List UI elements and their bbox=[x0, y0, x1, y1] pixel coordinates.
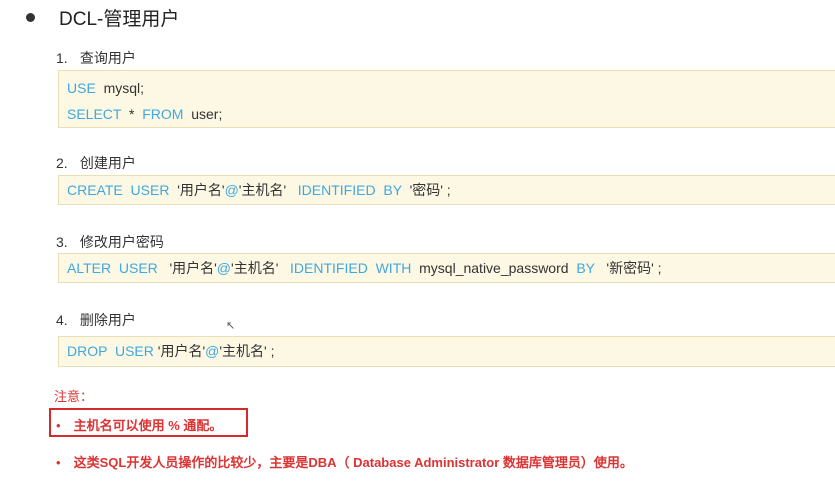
sql-text: '主机名' bbox=[238, 182, 298, 198]
bullet-icon: • bbox=[56, 418, 61, 433]
code-block-drop-user: DROP USER '用户名'@'主机名' ; bbox=[58, 336, 835, 367]
code-line: SELECT * FROM user; bbox=[59, 101, 835, 127]
step-number: 2. bbox=[56, 155, 68, 171]
code-line: DROP USER '用户名'@'主机名' ; bbox=[59, 338, 835, 364]
sql-keyword: BY bbox=[576, 260, 595, 276]
step-2-heading: 2. 创建用户 bbox=[56, 153, 136, 173]
sql-keyword: DROP bbox=[67, 343, 108, 359]
sql-keyword: @ bbox=[205, 343, 220, 359]
sql-text: mysql; bbox=[95, 80, 145, 96]
sql-keyword: USER bbox=[130, 182, 170, 198]
sql-keyword: IDENTIFIED bbox=[297, 182, 376, 198]
note-title: 注意： bbox=[54, 389, 94, 404]
code-line: USE mysql; bbox=[59, 75, 835, 101]
sql-keyword: BY bbox=[383, 182, 402, 198]
sql-keyword: USE bbox=[67, 80, 96, 96]
sql-text: '主机名' bbox=[231, 260, 291, 276]
sql-keyword: USER bbox=[118, 260, 158, 276]
sql-text: '主机名' ; bbox=[219, 343, 275, 359]
sql-text: user; bbox=[183, 106, 223, 122]
step-number: 1. bbox=[56, 50, 68, 66]
code-line: ALTER USER '用户名'@'主机名' IDENTIFIED WITH m… bbox=[59, 255, 835, 281]
sql-text: * bbox=[121, 106, 143, 122]
step-number: 4. bbox=[56, 312, 68, 328]
sql-keyword: IDENTIFIED bbox=[290, 260, 368, 276]
note-text: 这类SQL开发人员操作的比较少，主要是DBA（ Database Adminis… bbox=[73, 455, 633, 470]
sql-text: '用户名' bbox=[169, 182, 225, 198]
sql-text: '用户名' bbox=[153, 343, 206, 359]
note-item: • 这类SQL开发人员操作的比较少，主要是DBA（ Database Admin… bbox=[56, 452, 633, 471]
sql-keyword: @ bbox=[224, 182, 239, 198]
step-label: 修改用户密码 bbox=[79, 234, 164, 250]
note-item: • 主机名可以使用 % 通配。 bbox=[56, 415, 222, 434]
sql-keyword: WITH bbox=[375, 260, 412, 276]
sql-text: '密码' ; bbox=[401, 182, 451, 198]
sql-keyword: ALTER bbox=[67, 260, 112, 276]
mouse-cursor-icon: ↖ bbox=[226, 320, 236, 332]
step-number: 3. bbox=[56, 234, 68, 250]
sql-keyword: FROM bbox=[142, 106, 184, 122]
step-label: 创建用户 bbox=[79, 155, 136, 171]
sql-text: '用户名' bbox=[157, 260, 217, 276]
section-title-text: DCL-管理用户 bbox=[59, 9, 180, 30]
sql-keyword: USER bbox=[114, 343, 154, 359]
step-1-heading: 1. 查询用户 bbox=[56, 48, 136, 68]
code-block-create-user: CREATE USER '用户名'@'主机名' IDENTIFIED BY '密… bbox=[58, 175, 835, 205]
sql-text: mysql_native_password bbox=[411, 260, 577, 276]
sql-text: '新密码' ; bbox=[594, 260, 662, 276]
step-3-heading: 3. 修改用户密码 bbox=[56, 232, 164, 252]
bullet-dot-icon bbox=[26, 13, 35, 22]
sql-keyword: CREATE bbox=[67, 182, 123, 198]
sql-keyword: SELECT bbox=[67, 106, 122, 122]
code-line: CREATE USER '用户名'@'主机名' IDENTIFIED BY '密… bbox=[59, 177, 835, 203]
step-4-heading: 4. 删除用户 bbox=[56, 310, 136, 330]
step-label: 删除用户 bbox=[79, 312, 136, 328]
code-block-query-user: USE mysql; SELECT * FROM user; bbox=[58, 70, 835, 128]
note-text: 主机名可以使用 % 通配。 bbox=[73, 418, 223, 433]
sql-keyword: @ bbox=[216, 260, 232, 276]
code-block-alter-user: ALTER USER '用户名'@'主机名' IDENTIFIED WITH m… bbox=[58, 253, 835, 283]
section-title: DCL-管理用户 bbox=[26, 4, 179, 31]
bullet-icon: • bbox=[56, 455, 61, 470]
step-label: 查询用户 bbox=[79, 50, 136, 66]
